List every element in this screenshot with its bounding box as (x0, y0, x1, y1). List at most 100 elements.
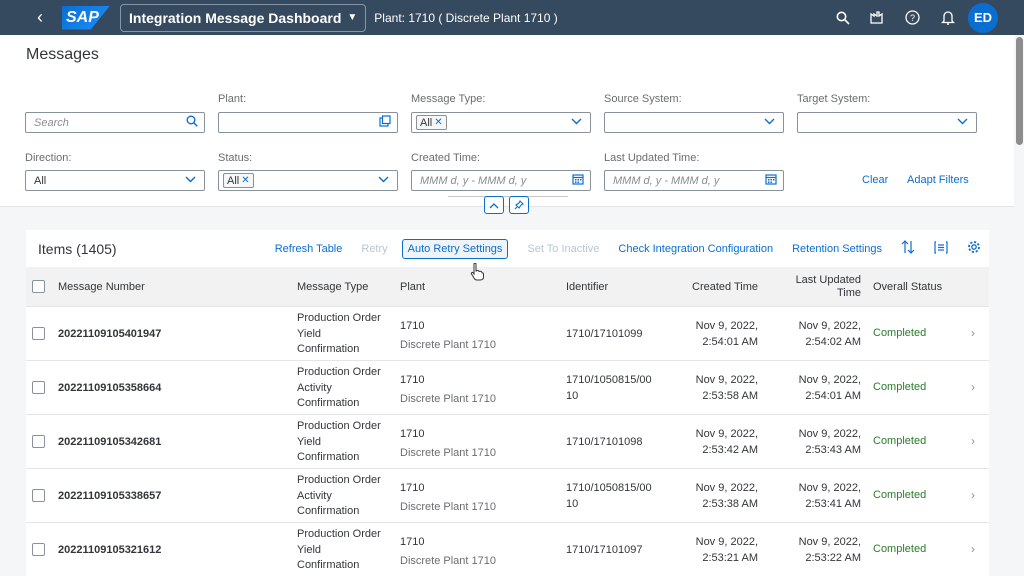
chevron-right-icon[interactable]: › (971, 542, 975, 556)
message-number: 20221109105338657 (58, 490, 162, 502)
column-plant[interactable]: Plant (400, 281, 425, 293)
remove-token-icon[interactable]: ✕ (434, 117, 442, 128)
retry-button[interactable]: Retry (361, 243, 387, 255)
value-help-icon[interactable] (379, 115, 391, 130)
column-message-number[interactable]: Message Number (58, 281, 145, 293)
calendar-icon[interactable] (572, 173, 584, 188)
chevron-down-icon[interactable] (571, 116, 582, 128)
row-checkbox[interactable] (32, 381, 45, 394)
table-row[interactable]: 20221109105342681 Production Order Yield C… (26, 415, 989, 469)
row-checkbox[interactable] (32, 543, 45, 556)
message-type-multicombo[interactable]: All ✕ (411, 112, 591, 133)
back-arrow-icon[interactable]: ‹ (28, 0, 52, 35)
page-title: Messages (26, 46, 99, 63)
created-time: Nov 9, 2022, 2:53:21 AM (695, 536, 758, 564)
plant: 1710 Discrete Plant 1710 (400, 374, 496, 405)
message-number: 20221109105321612 (58, 544, 162, 556)
auto-retry-settings-button[interactable]: Auto Retry Settings (401, 238, 509, 259)
status-badge: Completed (873, 381, 927, 393)
page-scrollbar[interactable] (1014, 35, 1024, 576)
search-input[interactable]: Search (25, 112, 205, 133)
column-created-time[interactable]: Created Time (692, 281, 758, 293)
status-multicombo[interactable]: All ✕ (218, 170, 398, 191)
direction-select[interactable]: All (25, 170, 205, 191)
created-time: Nov 9, 2022, 2:54:01 AM (695, 320, 758, 348)
table-row[interactable]: 20221109105321612 Production Order Yield C… (26, 523, 989, 576)
row-checkbox[interactable] (32, 435, 45, 448)
row-checkbox[interactable] (32, 489, 45, 502)
refresh-table-button[interactable]: Refresh Table (275, 243, 343, 255)
source-system-combo[interactable] (604, 112, 784, 133)
pin-header-button[interactable] (509, 196, 529, 214)
created-time: Nov 9, 2022, 2:53:38 AM (695, 482, 758, 510)
chevron-right-icon[interactable]: › (971, 326, 975, 340)
table-row[interactable]: 20221109105338657 Production Order Activi… (26, 469, 989, 523)
search-icon[interactable] (186, 115, 198, 130)
search-icon[interactable] (825, 0, 860, 35)
last-updated-time: Nov 9, 2022, 2:53:43 AM (798, 428, 861, 456)
message-number: 20221109105358664 (58, 382, 162, 394)
filter-header: Messages Search Plant: Message Type: All… (0, 35, 1014, 207)
header-divider (448, 196, 568, 197)
check-integration-config-button[interactable]: Check Integration Configuration (618, 243, 773, 255)
identifier: 1710/17101097 (566, 544, 643, 556)
direction-label: Direction: (25, 152, 72, 164)
last-updated-time: Nov 9, 2022, 2:53:41 AM (798, 482, 861, 510)
calendar-icon[interactable] (765, 173, 777, 188)
factory-icon[interactable] (860, 0, 895, 35)
created-time-label: Created Time: (411, 152, 481, 164)
plant: 1710 Discrete Plant 1710 (400, 428, 496, 459)
created-time-range[interactable]: MMM d, y - MMM d, y (411, 170, 591, 191)
app-title-label: Integration Message Dashboard (129, 9, 342, 26)
status-token: All ✕ (223, 173, 254, 188)
identifier: 1710/17101099 (566, 328, 643, 340)
column-identifier[interactable]: Identifier (566, 281, 608, 293)
column-message-type[interactable]: Message Type (297, 281, 368, 293)
sort-icon[interactable] (901, 240, 915, 257)
message-type: Production Order Yield Confirmation (297, 420, 381, 463)
clear-button[interactable]: Clear (862, 174, 888, 186)
messages-table: Items (1405) Refresh Table Retry Auto Re… (26, 230, 989, 576)
select-all-checkbox[interactable] (32, 280, 45, 293)
plant-label: Plant: (218, 93, 247, 105)
identifier: 1710/17101098 (566, 436, 643, 448)
help-icon[interactable]: ? (895, 0, 930, 35)
created-time: Nov 9, 2022, 2:53:42 AM (695, 428, 758, 456)
chevron-down-icon[interactable] (957, 116, 968, 128)
scrollbar-thumb[interactable] (1016, 37, 1023, 145)
app-title-menu[interactable]: Integration Message Dashboard ▼ (120, 3, 367, 32)
gear-icon[interactable] (967, 240, 981, 257)
column-overall-status[interactable]: Overall Status (873, 281, 942, 293)
table-header: Message Number Message Type Plant Identi… (26, 267, 989, 307)
last-updated-time: Nov 9, 2022, 2:54:01 AM (798, 374, 861, 402)
status-badge: Completed (873, 543, 927, 555)
bell-icon[interactable] (930, 0, 965, 35)
message-number: 20221109105342681 (58, 436, 162, 448)
last-updated-range[interactable]: MMM d, y - MMM d, y (604, 170, 784, 191)
row-checkbox[interactable] (32, 327, 45, 340)
table-row[interactable]: 20221109105401947 Production Order Yield C… (26, 307, 989, 361)
chevron-right-icon[interactable]: › (971, 488, 975, 502)
status-badge: Completed (873, 435, 927, 447)
message-type-label: Message Type: (411, 93, 486, 105)
avatar[interactable]: ED (968, 2, 998, 33)
target-system-combo[interactable] (797, 112, 977, 133)
plant-field[interactable] (218, 112, 398, 133)
plant: 1710 Discrete Plant 1710 (400, 482, 496, 513)
chevron-down-icon[interactable] (764, 116, 775, 128)
remove-token-icon[interactable]: ✕ (241, 175, 249, 186)
identifier: 1710/1050815/00 10 (566, 482, 652, 510)
chevron-down-icon[interactable] (185, 174, 196, 186)
chevron-right-icon[interactable]: › (971, 434, 975, 448)
group-icon[interactable] (934, 240, 948, 257)
table-row[interactable]: 20221109105358664 Production Order Activi… (26, 361, 989, 415)
message-type: Production Order Yield Confirmation (297, 312, 381, 355)
collapse-header-button[interactable] (484, 196, 504, 214)
chevron-right-icon[interactable]: › (971, 380, 975, 394)
adapt-filters-button[interactable]: Adapt Filters (907, 174, 969, 186)
retention-settings-button[interactable]: Retention Settings (792, 243, 882, 255)
chevron-down-icon[interactable] (378, 174, 389, 186)
message-type: Production Order Activity Confirmation (297, 474, 381, 517)
set-to-inactive-button[interactable]: Set To Inactive (527, 243, 599, 255)
column-last-updated[interactable]: Last Updated Time (786, 274, 861, 300)
